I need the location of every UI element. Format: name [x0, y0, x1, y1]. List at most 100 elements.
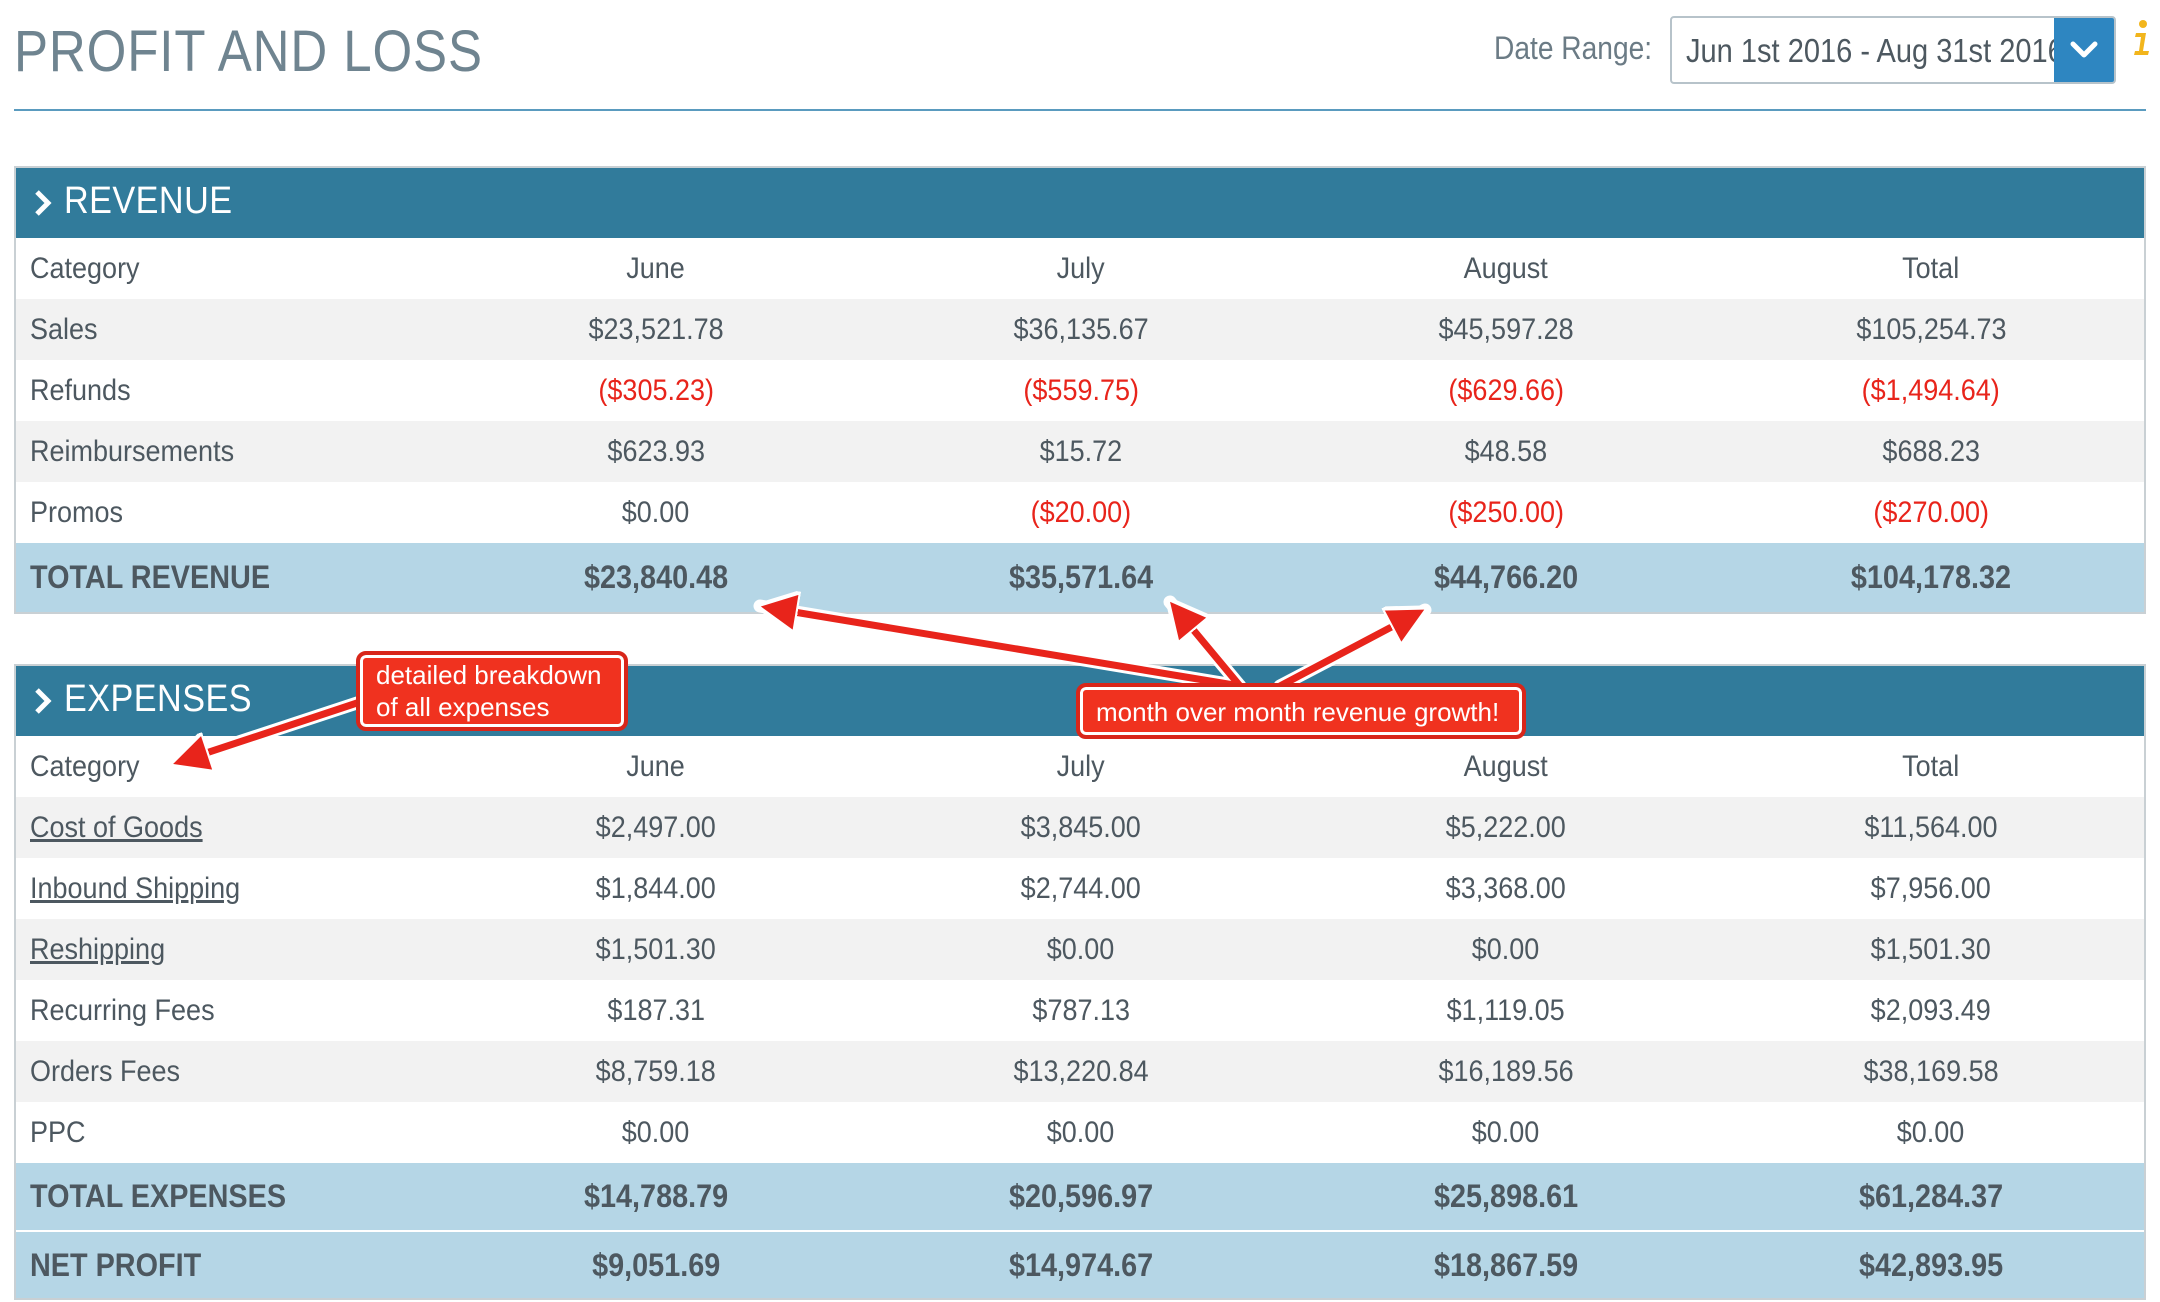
row-july-value: $3,845.00 — [1020, 810, 1142, 844]
table-row: PPC $0.00 $0.00 $0.00 $0.00 — [16, 1102, 2144, 1163]
row-category: Recurring Fees — [30, 993, 215, 1027]
row-june-value: $0.00 — [622, 495, 690, 529]
row-june-value: $0.00 — [622, 1115, 690, 1149]
revenue-annotation-callout: month over month revenue growth! — [1076, 683, 1526, 739]
table-row: Promos $0.00 ($20.00) ($250.00) ($270.00… — [16, 482, 2144, 543]
table-row: Recurring Fees $187.31 $787.13 $1,119.05… — [16, 980, 2144, 1041]
column-header-category: Category — [30, 749, 140, 783]
row-june-value: $623.93 — [607, 434, 705, 468]
expenses-title: EXPENSES — [64, 678, 252, 720]
row-august-value: $16,189.56 — [1438, 1054, 1574, 1088]
row-july-value: $13,220.84 — [1013, 1054, 1149, 1088]
net-profit-july: $14,974.67 — [1008, 1246, 1154, 1283]
row-total-value: $7,956.00 — [1870, 871, 1992, 905]
row-august-value: ($250.00) — [1448, 495, 1564, 529]
column-header-total: Total — [1902, 749, 1960, 783]
total-expenses-total: $61,284.37 — [1858, 1178, 2004, 1214]
total-revenue-august: $44,766.20 — [1433, 559, 1579, 595]
row-category: Refunds — [30, 373, 131, 407]
inbound-shipping-link[interactable]: Inbound Shipping — [30, 858, 430, 919]
annotation-line-1: detailed breakdown — [376, 660, 602, 690]
row-category: Sales — [30, 312, 98, 346]
annotation-text: month over month revenue growth! — [1096, 697, 1500, 727]
total-revenue-june: $23,840.48 — [583, 559, 729, 595]
row-july-value: $787.13 — [1032, 993, 1130, 1027]
revenue-panel-header[interactable]: REVENUE — [16, 168, 2144, 238]
row-total-value: $105,254.73 — [1855, 312, 2007, 346]
row-total-value: $2,093.49 — [1870, 993, 1992, 1027]
table-header-row: Category June July August Total — [16, 736, 2144, 797]
row-august-value: ($629.66) — [1448, 373, 1564, 407]
total-expenses-row: TOTAL EXPENSES $14,788.79 $20,596.97 $25… — [16, 1163, 2144, 1232]
row-june-value: $23,521.78 — [588, 312, 724, 346]
row-june-value: $1,501.30 — [595, 932, 717, 966]
net-profit-total: $42,893.95 — [1858, 1246, 2004, 1283]
row-august-value: $3,368.00 — [1445, 871, 1567, 905]
row-august-value: $48.58 — [1464, 434, 1548, 468]
date-range-select[interactable]: Jun 1st 2016 - Aug 31st 2016 — [1670, 16, 2116, 84]
column-header-august: August — [1463, 749, 1549, 783]
row-total-value: ($1,494.64) — [1861, 373, 2001, 407]
row-june-value: ($305.23) — [598, 373, 714, 407]
table-row: Reshipping $1,501.30 $0.00 $0.00 $1,501.… — [16, 919, 2144, 980]
total-revenue-total: $104,178.32 — [1850, 559, 2012, 595]
net-profit-august: $18,867.59 — [1433, 1246, 1579, 1283]
row-category: Orders Fees — [30, 1054, 181, 1088]
date-range-label: Date Range: — [1494, 30, 1653, 66]
row-august-value: $5,222.00 — [1445, 810, 1567, 844]
row-category: PPC — [30, 1115, 86, 1149]
revenue-panel: REVENUE Category June July August Total … — [14, 166, 2146, 614]
table-row: Reimbursements $623.93 $15.72 $48.58 $68… — [16, 421, 2144, 482]
reshipping-link[interactable]: Reshipping — [30, 919, 430, 980]
row-june-value: $1,844.00 — [595, 871, 717, 905]
row-august-value: $1,119.05 — [1446, 993, 1566, 1027]
row-july-value: $0.00 — [1047, 932, 1115, 966]
row-august-value: $45,597.28 — [1438, 312, 1574, 346]
date-range-value: Jun 1st 2016 - Aug 31st 2016 — [1686, 32, 2064, 69]
total-revenue-row: TOTAL REVENUE $23,840.48 $35,571.64 $44,… — [16, 543, 2144, 612]
row-total-value: $0.00 — [1897, 1115, 1965, 1149]
page-title: PROFIT AND LOSS — [14, 19, 483, 84]
row-category: Reimbursements — [30, 434, 235, 468]
table-header-row: Category June July August Total — [16, 238, 2144, 299]
row-june-value: $187.31 — [607, 993, 705, 1027]
column-header-july: July — [1056, 251, 1106, 285]
date-range-dropdown-button[interactable] — [2054, 18, 2114, 82]
row-july-value: $0.00 — [1047, 1115, 1115, 1149]
table-row: Orders Fees $8,759.18 $13,220.84 $16,189… — [16, 1041, 2144, 1102]
row-july-value: ($559.75) — [1023, 373, 1139, 407]
row-category: Promos — [30, 495, 124, 529]
table-row: Cost of Goods $2,497.00 $3,845.00 $5,222… — [16, 797, 2144, 858]
row-july-value: $36,135.67 — [1013, 312, 1149, 346]
expenses-panel: EXPENSES Category June July August Total… — [14, 664, 2146, 1300]
row-august-value: $0.00 — [1472, 932, 1540, 966]
chevron-down-icon — [2070, 41, 2098, 58]
cost-of-goods-link[interactable]: Cost of Goods — [30, 797, 430, 858]
net-profit-june: $9,051.69 — [591, 1246, 721, 1283]
row-august-value: $0.00 — [1472, 1115, 1540, 1149]
row-total-value: $38,169.58 — [1863, 1054, 1999, 1088]
row-july-value: $2,744.00 — [1020, 871, 1142, 905]
net-profit-label: NET PROFIT — [30, 1246, 202, 1283]
header-divider — [14, 109, 2146, 111]
page-header: PROFIT AND LOSS Date Range: Jun 1st 2016… — [0, 0, 2160, 112]
row-june-value: $2,497.00 — [595, 810, 717, 844]
total-revenue-july: $35,571.64 — [1008, 559, 1154, 595]
chevron-right-icon — [35, 688, 52, 714]
column-header-august: August — [1463, 251, 1549, 285]
column-header-category: Category — [30, 251, 140, 285]
info-icon[interactable] — [2128, 18, 2154, 58]
annotation-line-2: of all expenses — [376, 692, 550, 722]
total-expenses-june: $14,788.79 — [583, 1178, 729, 1214]
column-header-june: June — [626, 749, 686, 783]
total-expenses-label: TOTAL EXPENSES — [30, 1178, 287, 1214]
row-july-value: $15.72 — [1039, 434, 1123, 468]
table-row: Inbound Shipping $1,844.00 $2,744.00 $3,… — [16, 858, 2144, 919]
table-row: Sales $23,521.78 $36,135.67 $45,597.28 $… — [16, 299, 2144, 360]
revenue-title: REVENUE — [64, 180, 233, 222]
chevron-right-icon — [35, 190, 52, 216]
table-row: Refunds ($305.23) ($559.75) ($629.66) ($… — [16, 360, 2144, 421]
column-header-total: Total — [1902, 251, 1960, 285]
net-profit-row: NET PROFIT $9,051.69 $14,974.67 $18,867.… — [16, 1232, 2144, 1298]
row-july-value: ($20.00) — [1030, 495, 1132, 529]
